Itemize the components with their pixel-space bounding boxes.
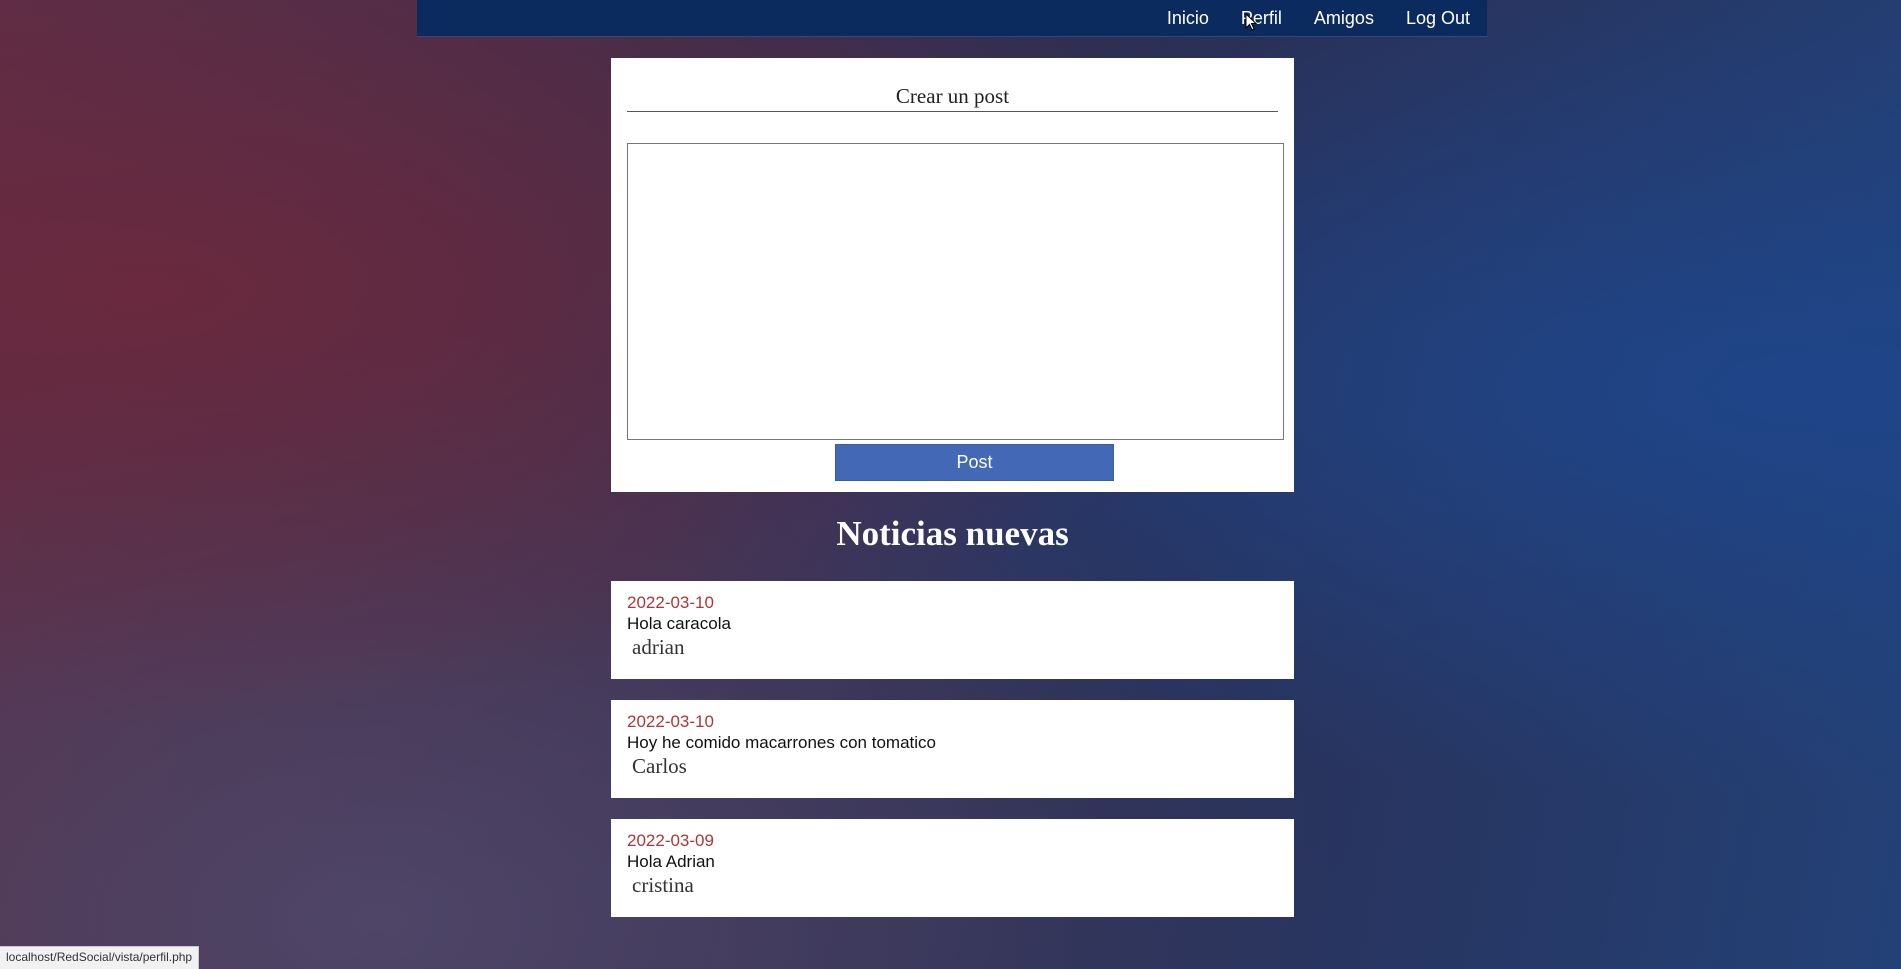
news-author: Carlos [632,754,687,778]
post-textarea[interactable] [627,143,1284,440]
mouse-cursor-icon [1245,13,1257,31]
create-post-title: Crear un post [627,84,1278,112]
top-navbar: Inicio Perfil Amigos Log Out [417,0,1487,37]
news-item: 2022-03-09 Hola Adrian cristina [611,819,1294,917]
create-post-panel: Crear un post Post [611,58,1294,492]
news-author: adrian [632,635,685,659]
browser-status-bar: localhost/RedSocial/vista/perfil.php [0,946,200,969]
news-date: 2022-03-10 [627,593,714,612]
news-item: 2022-03-10 Hola caracola adrian [611,581,1294,679]
nav-inicio-link[interactable]: Inicio [1167,8,1209,29]
news-text: Hola caracola [627,614,731,633]
nav-amigos-link[interactable]: Amigos [1314,8,1374,29]
news-heading: Noticias nuevas [836,514,1069,553]
news-date: 2022-03-09 [627,831,714,850]
news-date: 2022-03-10 [627,712,714,731]
nav-logout-link[interactable]: Log Out [1406,8,1470,29]
news-text: Hoy he comido macarrones con tomatico [627,733,936,752]
news-author: cristina [632,873,694,897]
news-item: 2022-03-10 Hoy he comido macarrones con … [611,700,1294,798]
post-button[interactable]: Post [835,444,1114,481]
news-text: Hola Adrian [627,852,715,871]
